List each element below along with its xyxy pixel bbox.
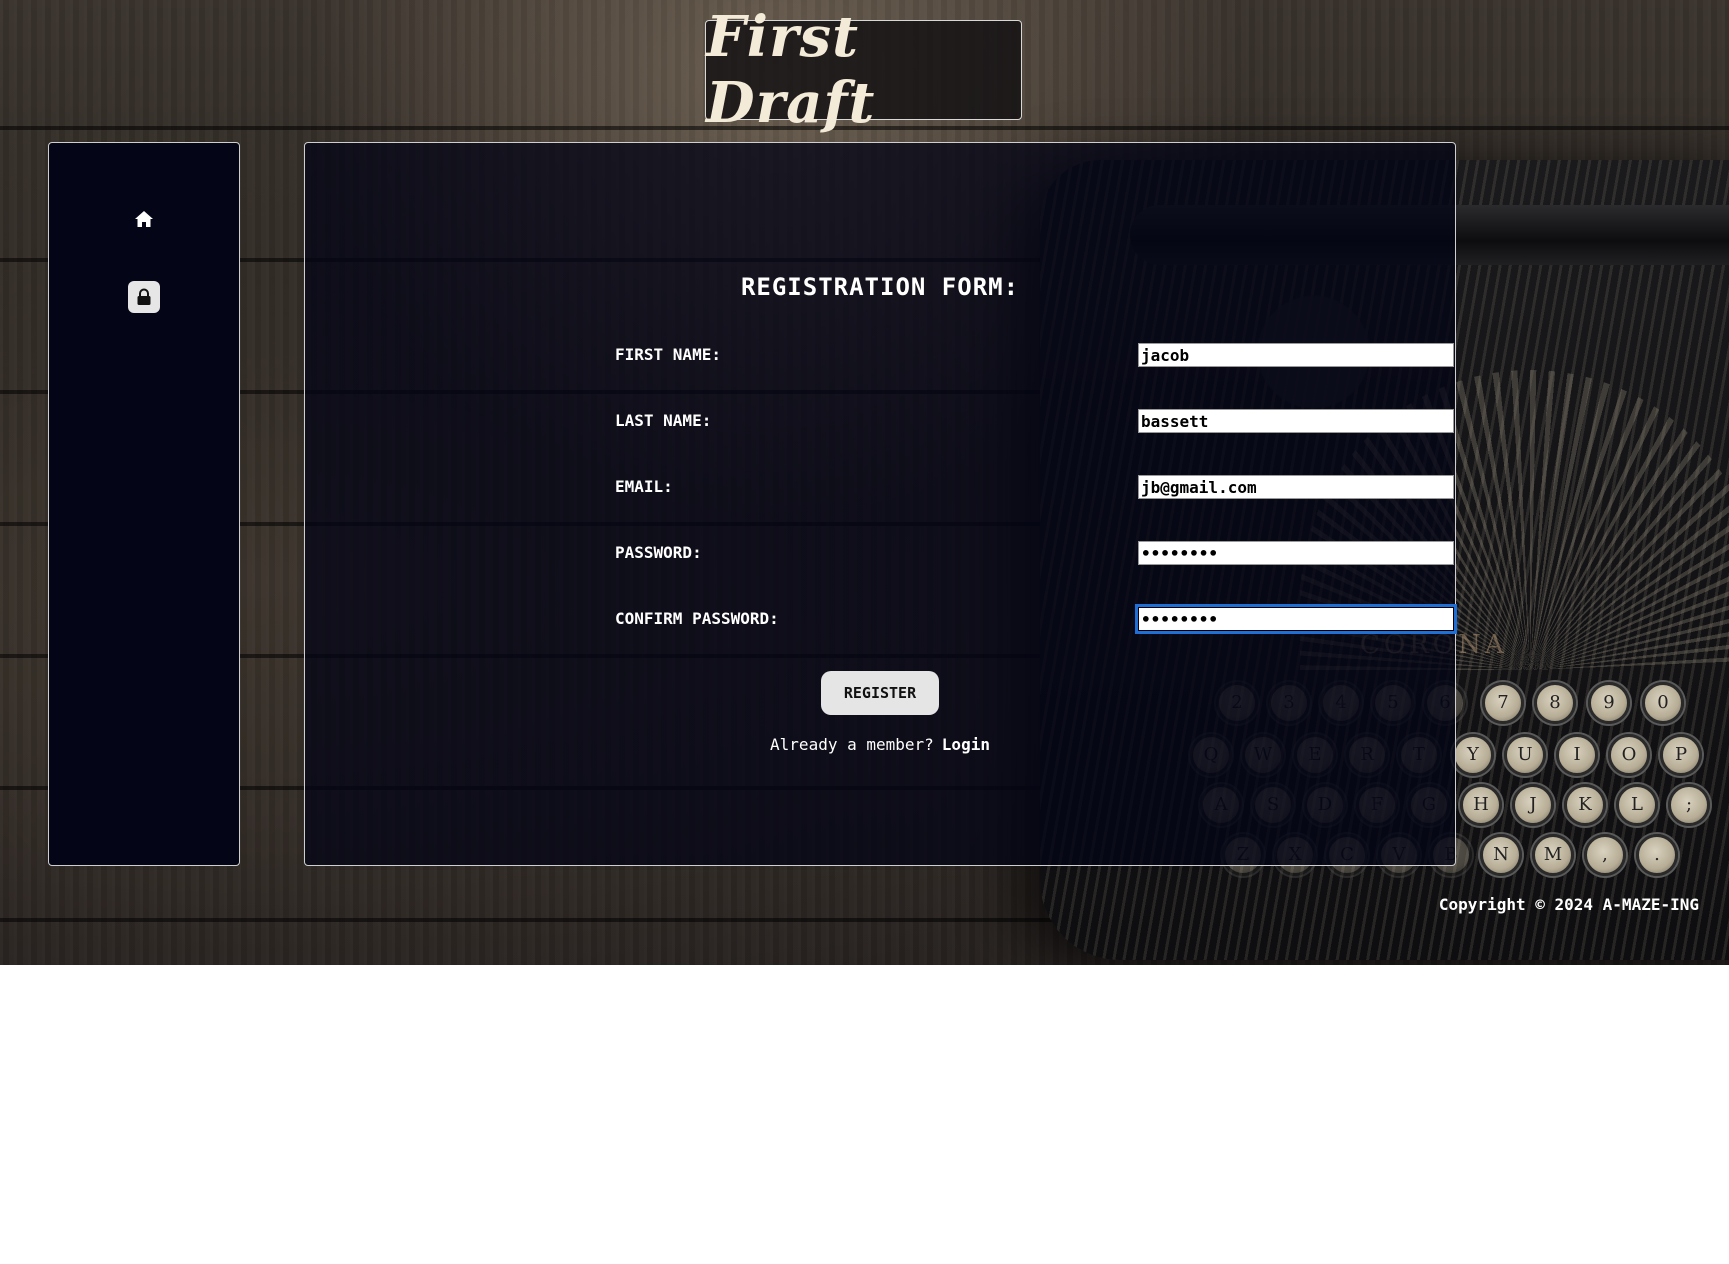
password-label: PASSWORD:: [615, 543, 702, 562]
site-title: First Draft: [706, 4, 876, 136]
form-title: REGISTRATION FORM:: [740, 273, 1020, 301]
sidebar: [48, 142, 240, 866]
password-row: PASSWORD:: [615, 541, 1454, 569]
member-prompt-text: Already a member?: [770, 735, 934, 754]
footer-copyright: Copyright © 2024 A-MAZE-ING: [1438, 895, 1699, 914]
sidebar-item-register[interactable]: [128, 281, 160, 313]
first-name-row: FIRST NAME:: [615, 343, 1454, 371]
first-name-label: FIRST NAME:: [615, 345, 721, 364]
confirm-password-label: CONFIRM PASSWORD:: [615, 609, 779, 628]
last-name-input[interactable]: [1138, 409, 1454, 433]
registration-panel: REGISTRATION FORM: FIRST NAME: LAST NAME…: [304, 142, 1457, 866]
first-name-input[interactable]: [1138, 343, 1454, 367]
lock-icon: [137, 288, 151, 305]
confirm-password-row: CONFIRM PASSWORD:: [615, 604, 1457, 635]
email-input[interactable]: [1138, 475, 1454, 499]
site-header: First Draft: [705, 4, 1022, 136]
login-link[interactable]: Login: [942, 735, 990, 754]
last-name-label: LAST NAME:: [615, 411, 712, 430]
password-input[interactable]: [1138, 541, 1454, 565]
wood-background: CORONA 2 3 4 5 6 7 8 9 0 Q W E R T Y U I…: [0, 0, 1729, 965]
email-row: EMAIL:: [615, 475, 1454, 503]
confirm-password-input[interactable]: [1135, 604, 1457, 634]
register-button[interactable]: REGISTER: [821, 671, 939, 715]
email-label: EMAIL:: [615, 477, 673, 496]
login-prompt: Already a member? Login: [305, 735, 1455, 754]
home-icon: [135, 211, 153, 227]
last-name-row: LAST NAME:: [615, 409, 1454, 437]
sidebar-item-home[interactable]: [128, 203, 160, 235]
